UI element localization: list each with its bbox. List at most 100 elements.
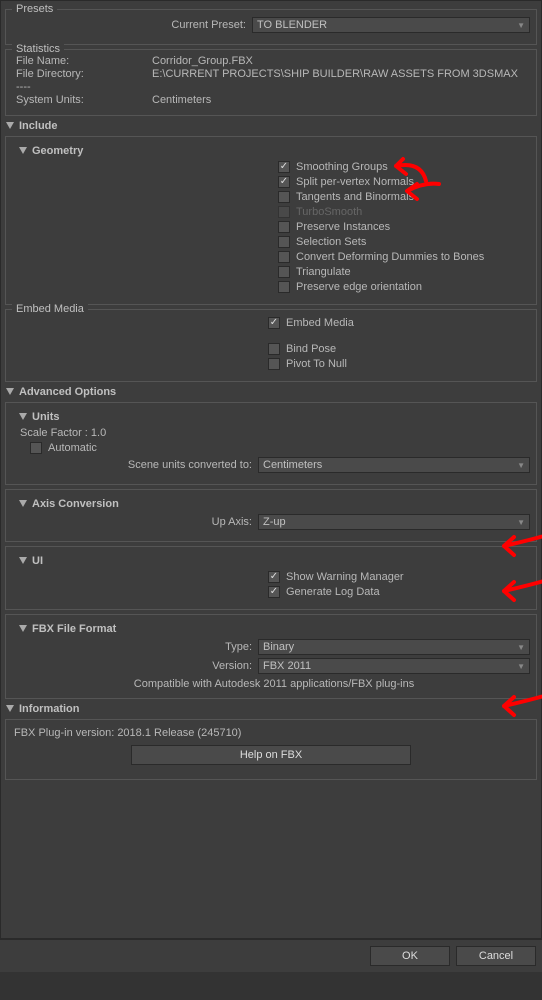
- triangulate-label: Triangulate: [296, 266, 351, 278]
- scene-units-dropdown[interactable]: Centimeters ▼: [258, 457, 530, 473]
- current-preset-dropdown[interactable]: TO BLENDER ▼: [252, 17, 530, 33]
- chevron-down-icon: ▼: [517, 643, 525, 652]
- compat-text: Compatible with Autodesk 2011 applicatio…: [18, 678, 530, 690]
- type-dropdown[interactable]: Binary ▼: [258, 639, 530, 655]
- units-section: Units Scale Factor : 1.0 Automatic Scene…: [5, 402, 537, 485]
- units-header[interactable]: Units: [18, 411, 530, 423]
- pivot-to-null-label: Pivot To Null: [286, 358, 347, 370]
- split-normals-checkbox[interactable]: [278, 176, 290, 188]
- include-header[interactable]: Include: [5, 120, 537, 132]
- version-label: Version:: [18, 660, 258, 672]
- statistics-section: Statistics File Name:Corridor_Group.FBX …: [5, 49, 537, 116]
- fbx-format-section: FBX File Format Type: Binary ▼ Version: …: [5, 614, 537, 699]
- smoothing-groups-checkbox[interactable]: [278, 161, 290, 173]
- help-on-fbx-button[interactable]: Help on FBX: [131, 745, 411, 765]
- preserve-instances-checkbox[interactable]: [278, 221, 290, 233]
- bind-pose-label: Bind Pose: [286, 343, 336, 355]
- axis-header[interactable]: Axis Conversion: [18, 498, 530, 510]
- current-preset-label: Current Preset:: [12, 19, 252, 31]
- units-title: Units: [32, 411, 60, 423]
- chevron-down-icon: ▼: [517, 21, 525, 30]
- ui-header[interactable]: UI: [18, 555, 530, 567]
- chevron-down-icon: ▼: [517, 461, 525, 470]
- embed-media-title: Embed Media: [12, 303, 88, 315]
- information-header[interactable]: Information: [5, 703, 537, 715]
- fbx-format-title: FBX File Format: [32, 623, 116, 635]
- advanced-header[interactable]: Advanced Options: [5, 386, 537, 398]
- collapse-arrow-icon: [5, 704, 15, 714]
- turbosmooth-label: TurboSmooth: [296, 206, 362, 218]
- collapse-arrow-icon: [18, 146, 28, 156]
- scene-units-value: Centimeters: [263, 459, 322, 471]
- current-preset-value: TO BLENDER: [257, 19, 327, 31]
- split-normals-label: Split per-vertex Normals: [296, 176, 414, 188]
- system-units-label: System Units:: [12, 94, 152, 106]
- information-section: FBX Plug-in version: 2018.1 Release (245…: [5, 719, 537, 780]
- include-section: Geometry Smoothing Groups Split per-vert…: [5, 136, 537, 305]
- information-title: Information: [19, 703, 80, 715]
- scene-units-label: Scene units converted to:: [18, 459, 258, 471]
- fbx-format-header[interactable]: FBX File Format: [18, 623, 530, 635]
- automatic-checkbox[interactable]: [30, 442, 42, 454]
- up-axis-dropdown[interactable]: Z-up ▼: [258, 514, 530, 530]
- selection-sets-checkbox[interactable]: [278, 236, 290, 248]
- embed-media-checkbox[interactable]: [268, 317, 280, 329]
- collapse-arrow-icon: [18, 624, 28, 634]
- generate-log-checkbox[interactable]: [268, 586, 280, 598]
- system-units-value: Centimeters: [152, 94, 530, 106]
- collapse-arrow-icon: [5, 387, 15, 397]
- pivot-to-null-checkbox[interactable]: [268, 358, 280, 370]
- version-value: FBX 2011: [263, 660, 311, 672]
- file-dir-value: E:\CURRENT PROJECTS\SHIP BUILDER\RAW ASS…: [152, 68, 530, 80]
- file-dir-label: File Directory:: [12, 68, 152, 80]
- embed-media-label: Embed Media: [286, 317, 354, 329]
- geometry-title: Geometry: [32, 145, 83, 157]
- convert-dummies-checkbox[interactable]: [278, 251, 290, 263]
- collapse-arrow-icon: [18, 499, 28, 509]
- version-dropdown[interactable]: FBX 2011 ▼: [258, 658, 530, 674]
- scale-factor-text: Scale Factor : 1.0: [18, 427, 530, 439]
- dialog-buttons: OK Cancel: [0, 939, 542, 972]
- include-title: Include: [19, 120, 58, 132]
- cancel-button[interactable]: Cancel: [456, 946, 536, 966]
- preserve-edge-label: Preserve edge orientation: [296, 281, 422, 293]
- file-name-label: File Name:: [12, 55, 152, 67]
- turbosmooth-checkbox: [278, 206, 290, 218]
- tangents-checkbox[interactable]: [278, 191, 290, 203]
- preserve-edge-checkbox[interactable]: [278, 281, 290, 293]
- statistics-title: Statistics: [12, 43, 64, 55]
- geometry-header[interactable]: Geometry: [18, 145, 530, 157]
- chevron-down-icon: ▼: [517, 518, 525, 527]
- file-name-value: Corridor_Group.FBX: [152, 55, 530, 67]
- automatic-label: Automatic: [48, 442, 97, 454]
- up-axis-value: Z-up: [263, 516, 286, 528]
- collapse-arrow-icon: [18, 412, 28, 422]
- chevron-down-icon: ▼: [517, 662, 525, 671]
- collapse-arrow-icon: [18, 556, 28, 566]
- generate-log-label: Generate Log Data: [286, 586, 380, 598]
- axis-title: Axis Conversion: [32, 498, 119, 510]
- collapse-arrow-icon: [5, 121, 15, 131]
- embed-media-section: Embed Media Embed Media Bind Pose Pivot …: [5, 309, 537, 382]
- show-warning-label: Show Warning Manager: [286, 571, 404, 583]
- type-value: Binary: [263, 641, 294, 653]
- preserve-instances-label: Preserve Instances: [296, 221, 390, 233]
- tangents-label: Tangents and Binormals: [296, 191, 414, 203]
- up-axis-label: Up Axis:: [18, 516, 258, 528]
- convert-dummies-label: Convert Deforming Dummies to Bones: [296, 251, 484, 263]
- type-label: Type:: [18, 641, 258, 653]
- presets-title: Presets: [12, 3, 57, 15]
- ui-title: UI: [32, 555, 43, 567]
- triangulate-checkbox[interactable]: [278, 266, 290, 278]
- bind-pose-checkbox[interactable]: [268, 343, 280, 355]
- presets-section: Presets Current Preset: TO BLENDER ▼: [5, 9, 537, 45]
- show-warning-checkbox[interactable]: [268, 571, 280, 583]
- smoothing-groups-label: Smoothing Groups: [296, 161, 388, 173]
- export-settings-panel: Presets Current Preset: TO BLENDER ▼ Sta…: [0, 0, 542, 939]
- separator: ----: [12, 81, 152, 93]
- plugin-version-text: FBX Plug-in version: 2018.1 Release (245…: [12, 727, 530, 739]
- selection-sets-label: Selection Sets: [296, 236, 366, 248]
- axis-section: Axis Conversion Up Axis: Z-up ▼: [5, 489, 537, 542]
- ok-button[interactable]: OK: [370, 946, 450, 966]
- advanced-title: Advanced Options: [19, 386, 116, 398]
